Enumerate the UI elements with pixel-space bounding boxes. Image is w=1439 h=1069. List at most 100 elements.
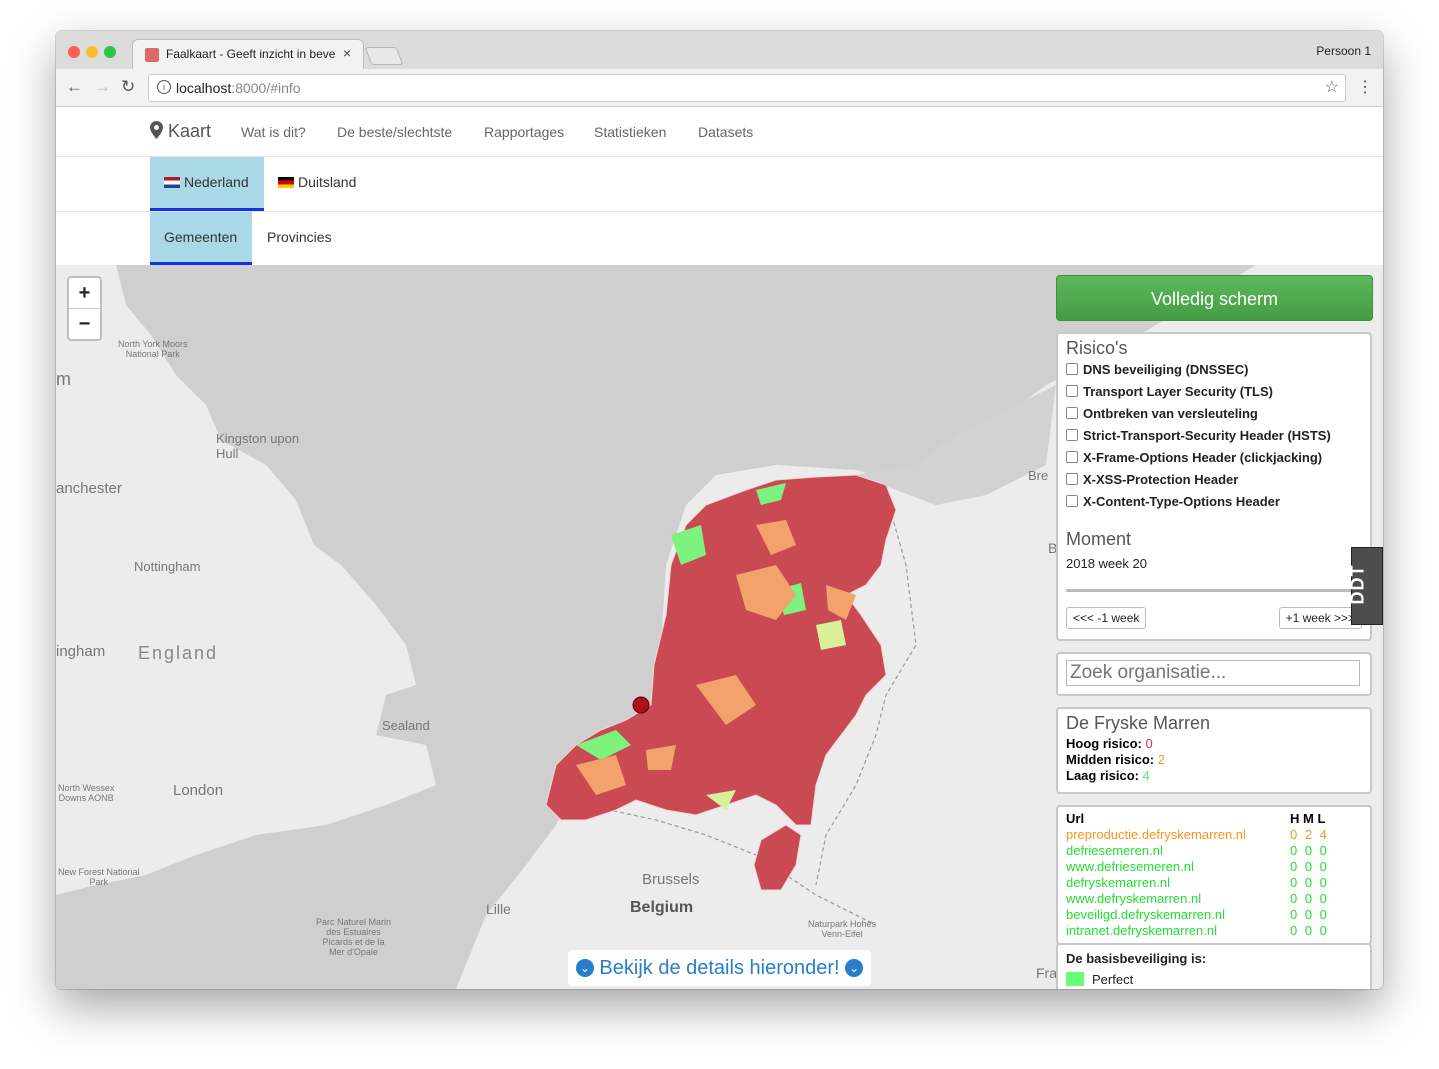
tab-gemeenten[interactable]: Gemeenten: [150, 212, 252, 265]
back-icon[interactable]: ←: [66, 77, 83, 97]
label-new-forest: New Forest National Park: [58, 867, 140, 887]
info-icon[interactable]: i: [157, 80, 171, 94]
checkbox-icon[interactable]: [1066, 407, 1078, 419]
risk-checkbox-dnssec[interactable]: DNS beveiliging (DNSSEC): [1066, 359, 1362, 381]
url-link[interactable]: intranet.defryskemarren.nl: [1066, 923, 1217, 938]
prev-week-button[interactable]: <<< -1 week: [1066, 607, 1147, 629]
label-north-york: North York Moors National Park: [118, 339, 188, 359]
url-table-row[interactable]: intranet.defryskemarren.nl 0 0 0: [1066, 923, 1362, 939]
checkbox-icon[interactable]: [1066, 495, 1078, 507]
region-light-1[interactable]: [816, 620, 846, 650]
details-button[interactable]: ⌄ Bekijk de details hieronder! ⌄: [568, 950, 871, 986]
week-slider[interactable]: [1066, 581, 1362, 599]
forward-icon[interactable]: →: [94, 77, 111, 97]
checkbox-icon[interactable]: [1066, 429, 1078, 441]
ddt-debug-toolbar[interactable]: DDT: [1347, 547, 1383, 625]
risk-checkbox-xxss[interactable]: X-XSS-Protection Header: [1066, 469, 1362, 491]
legend-perfect-label: Perfect: [1092, 972, 1134, 987]
label-sealand: Sealand: [382, 718, 430, 733]
brand[interactable]: Kaart: [150, 121, 211, 142]
risk-label-xxss: X-XSS-Protection Header: [1083, 472, 1239, 487]
new-tab-button[interactable]: [364, 47, 404, 65]
risk-checkbox-xframe[interactable]: X-Frame-Options Header (clickjacking): [1066, 447, 1362, 469]
hml-column-header: H M L: [1290, 811, 1326, 826]
next-week-button[interactable]: +1 week >>>: [1278, 607, 1362, 629]
location-marker-icon[interactable]: [632, 696, 650, 714]
label-naturpark: Naturpark Hohes Venn-Eifel: [808, 919, 877, 939]
label-brussels: Brussels: [642, 871, 700, 888]
fullscreen-button[interactable]: Volledig scherm: [1056, 275, 1373, 321]
browser-menu-icon[interactable]: ⋮: [1357, 77, 1373, 97]
tab-close-icon[interactable]: ×: [343, 45, 351, 61]
url-table-row[interactable]: defryskemarren.nl 0 0 0: [1066, 875, 1362, 891]
url-link[interactable]: www.defryskemarren.nl: [1066, 891, 1201, 906]
details-button-label: Bekijk de details hieronder!: [599, 957, 840, 979]
url-link[interactable]: defriesemeren.nl: [1066, 843, 1163, 858]
search-input[interactable]: [1066, 660, 1360, 686]
url-panel: Url H M L preproductie.defryskemarren.nl…: [1056, 805, 1372, 945]
url-table-row[interactable]: beveiligd.defryskemarren.nl 0 0 0: [1066, 907, 1362, 923]
minimize-window-icon[interactable]: [86, 46, 98, 58]
label-england: England: [138, 643, 219, 663]
risk-checkbox-xcontent[interactable]: X-Content-Type-Options Header: [1066, 491, 1362, 513]
slider-track: [1066, 589, 1356, 592]
checkbox-icon[interactable]: [1066, 385, 1078, 397]
high-risk-label: Hoog risico:: [1066, 736, 1142, 751]
tab-provincies[interactable]: Provincies: [253, 212, 353, 265]
title-bar: Faalkaart - Geeft inzicht in beveiliging…: [56, 31, 1383, 70]
bookmark-star-icon[interactable]: ☆: [1325, 77, 1339, 97]
url-table-row[interactable]: preproductie.defryskemarren.nl 0 2 4: [1066, 827, 1362, 843]
label-birmingham: ingham: [56, 643, 106, 660]
organisation-panel: De Fryske Marren Hoog risico: 0 Midden r…: [1056, 707, 1372, 794]
zoom-out-button[interactable]: −: [69, 309, 100, 339]
ddt-label: DDT: [1347, 564, 1368, 605]
dutch-flag-icon: [164, 177, 180, 188]
risks-title: Risico's: [1066, 338, 1128, 358]
url-link[interactable]: defryskemarren.nl: [1066, 875, 1170, 890]
url-table-row[interactable]: www.defriesemeren.nl 0 0 0: [1066, 859, 1362, 875]
maximize-window-icon[interactable]: [104, 46, 116, 58]
nav-link-best-worst[interactable]: De beste/slechtste: [337, 124, 452, 140]
url-table-row[interactable]: defriesemeren.nl 0 0 0: [1066, 843, 1362, 859]
url-link[interactable]: www.defriesemeren.nl: [1066, 859, 1194, 874]
url-table-row[interactable]: www.defryskemarren.nl 0 0 0: [1066, 891, 1362, 907]
risk-checkbox-hsts[interactable]: Strict-Transport-Security Header (HSTS): [1066, 425, 1362, 447]
checkbox-icon[interactable]: [1066, 451, 1078, 463]
url-link[interactable]: preproductie.defryskemarren.nl: [1066, 827, 1246, 842]
hml-counts: 0 0 0: [1290, 907, 1329, 922]
hml-counts: 0 2 4: [1290, 827, 1329, 842]
url-text[interactable]: localhost:8000/#info: [176, 80, 301, 96]
limburg-municipalities[interactable]: [753, 824, 802, 891]
nav-link-datasets[interactable]: Datasets: [698, 124, 753, 140]
profile-name[interactable]: Persoon 1: [1316, 44, 1371, 58]
page-content: Kaart Wat is dit? De beste/slechtste Rap…: [56, 107, 1383, 989]
tab-duitsland[interactable]: Duitsland: [264, 157, 374, 211]
url-host: localhost: [176, 80, 232, 96]
legend-item-perfect: Perfect: [1066, 972, 1362, 987]
risk-label-xcontent: X-Content-Type-Options Header: [1083, 494, 1280, 509]
url-link[interactable]: beveiligd.defryskemarren.nl: [1066, 907, 1225, 922]
risk-checkbox-encryption[interactable]: Ontbreken van versleuteling: [1066, 403, 1362, 425]
risk-summary: Hoog risico: 0 Midden risico: 2 Laag ris…: [1066, 736, 1362, 784]
hml-counts: 0 0 0: [1290, 859, 1329, 874]
organisation-name: De Fryske Marren: [1066, 713, 1211, 733]
hml-counts: 0 0 0: [1290, 843, 1329, 858]
zoom-in-button[interactable]: +: [69, 278, 100, 309]
low-risk-count: 4: [1142, 768, 1150, 783]
perfect-swatch: [1066, 972, 1084, 986]
map[interactable]: + − North York Moors National Park Kings…: [56, 265, 1383, 989]
nav-link-about[interactable]: Wat is dit?: [241, 124, 306, 140]
risk-checkbox-tls[interactable]: Transport Layer Security (TLS): [1066, 381, 1362, 403]
moment-title: Moment: [1066, 529, 1132, 549]
close-window-icon[interactable]: [68, 46, 80, 58]
tab-nederland[interactable]: Nederland: [150, 157, 264, 211]
country-tabs: Nederland Duitsland: [56, 157, 1383, 212]
nav-link-reports[interactable]: Rapportages: [484, 124, 564, 140]
checkbox-icon[interactable]: [1066, 363, 1078, 375]
risk-label-dnssec: DNS beveiliging (DNSSEC): [1083, 362, 1249, 377]
reload-icon[interactable]: ↻: [121, 77, 135, 97]
browser-tab[interactable]: Faalkaart - Geeft inzicht in beveiliging…: [132, 39, 364, 70]
nav-link-statistics[interactable]: Statistieken: [594, 124, 666, 140]
checkbox-icon[interactable]: [1066, 473, 1078, 485]
address-bar[interactable]: i localhost:8000/#info ☆: [148, 74, 1346, 102]
